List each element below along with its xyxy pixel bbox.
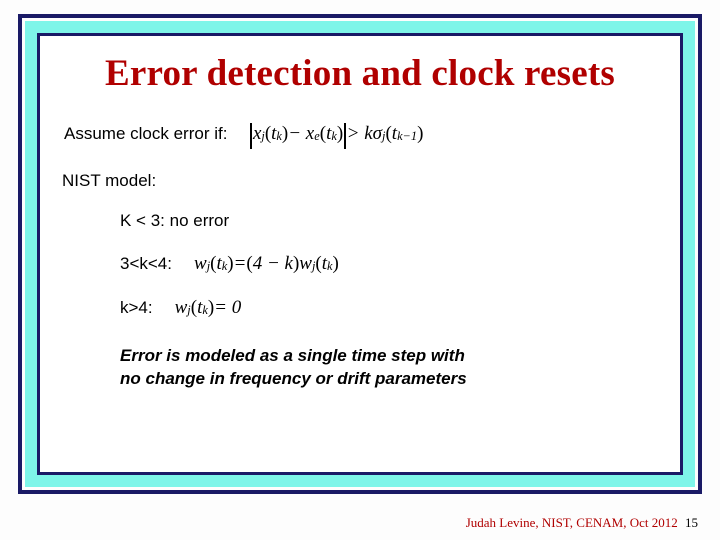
formula-assume: xj(tk) − xe(tk) > kσj(tk−1) bbox=[249, 121, 423, 147]
condition-2-label: 3<k<4: bbox=[120, 254, 172, 274]
formula-cond2: wj(tk) = (4 − k)wj(tk) bbox=[194, 253, 339, 275]
assume-row: Assume clock error if: xj(tk) − xe(tk) >… bbox=[64, 121, 658, 147]
formula-cond3: wj(tk) = 0 bbox=[175, 297, 242, 319]
assume-label: Assume clock error if: bbox=[64, 124, 227, 144]
slide-mid-border: Error detection and clock resets Assume … bbox=[25, 21, 695, 487]
condition-1: K < 3: no error bbox=[120, 211, 658, 231]
footer-text: Judah Levine, NIST, CENAM, Oct 2012 bbox=[466, 515, 678, 530]
page-number: 15 bbox=[685, 515, 698, 530]
slide-title: Error detection and clock resets bbox=[62, 52, 658, 95]
footer: Judah Levine, NIST, CENAM, Oct 2012 15 bbox=[466, 515, 698, 531]
conclusion: Error is modeled as a single time step w… bbox=[120, 345, 658, 391]
condition-3-row: k>4: wj(tk) = 0 bbox=[120, 297, 658, 319]
slide-outer-border: Error detection and clock resets Assume … bbox=[18, 14, 702, 494]
nist-label: NIST model: bbox=[62, 171, 658, 191]
condition-3-label: k>4: bbox=[120, 298, 153, 318]
condition-2-row: 3<k<4: wj(tk) = (4 − k)wj(tk) bbox=[120, 253, 658, 275]
conclusion-line-1: Error is modeled as a single time step w… bbox=[120, 345, 658, 368]
conclusion-line-2: no change in frequency or drift paramete… bbox=[120, 368, 658, 391]
slide-inner-border: Error detection and clock resets Assume … bbox=[37, 33, 683, 475]
